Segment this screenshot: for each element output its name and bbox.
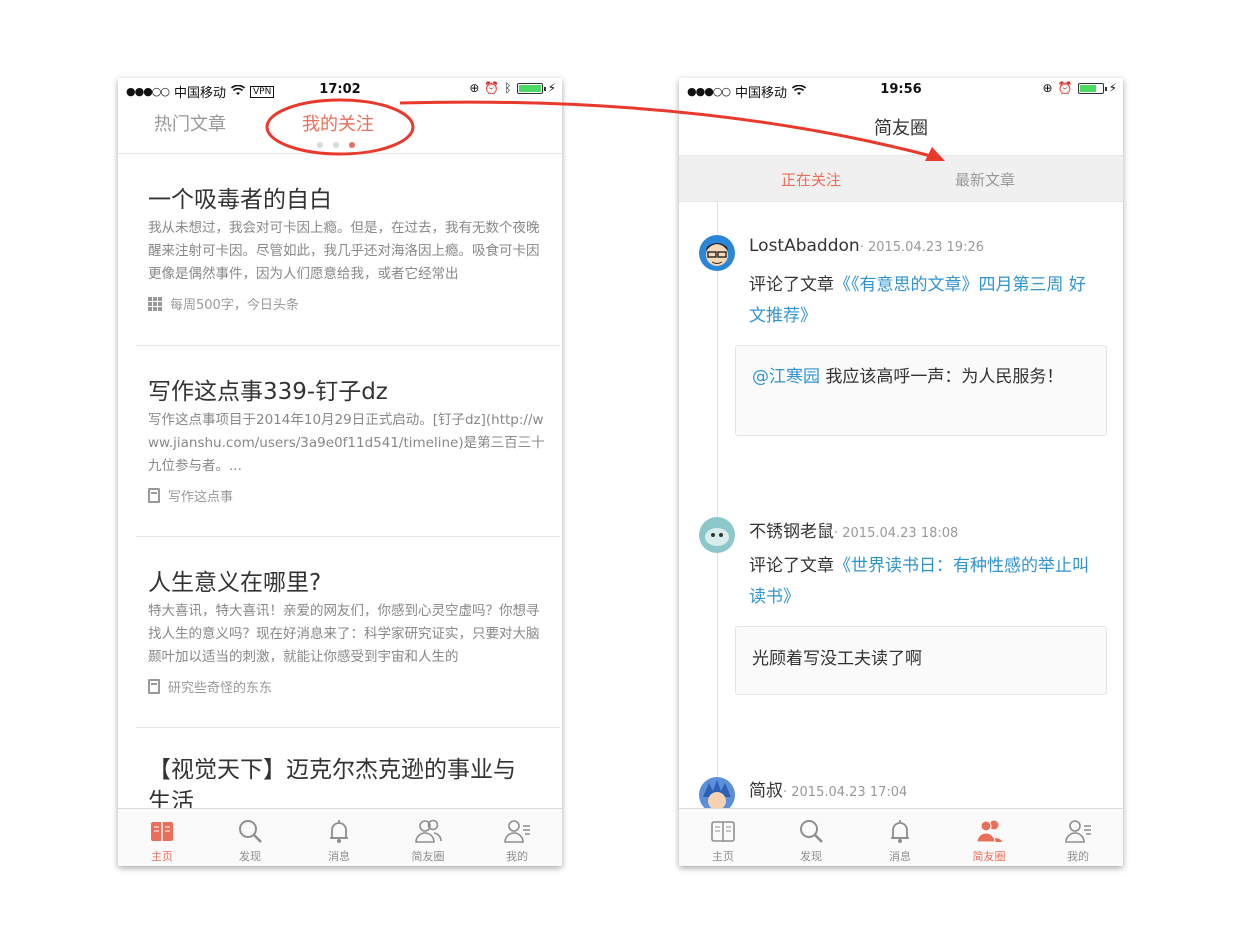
feed-activity: 评论了文章《世界读书日：有种性感的举止叫读书》 xyxy=(749,551,1099,613)
article-meta[interactable]: 写作这点事 xyxy=(148,486,233,505)
tab-label: 简友圈 xyxy=(411,850,445,863)
tab-label: 简友圈 xyxy=(972,850,1006,863)
rotation-lock-icon: ⊕ xyxy=(1042,81,1053,95)
bell-icon xyxy=(891,820,909,843)
page-dot xyxy=(333,142,339,148)
article-card[interactable]: 人生意义在哪里? 特大喜讯，特大喜讯！亲爱的网友们，你感到心灵空虚吗？你想寻找人… xyxy=(136,537,560,728)
profile-icon xyxy=(1065,820,1091,843)
battery-icon xyxy=(516,82,546,94)
collection-name: 研究些奇怪的东东 xyxy=(168,681,273,696)
tab-discover[interactable]: 发现 xyxy=(767,809,855,866)
page-dot xyxy=(317,142,323,148)
charging-icon: ⚡ xyxy=(1108,81,1117,95)
article-tabs: 热门文章 我的关注 xyxy=(118,102,562,154)
segment-following[interactable]: 正在关注 xyxy=(781,169,841,190)
tab-me[interactable]: 我的 xyxy=(1034,809,1122,866)
feed-timestamp: · 2015.04.23 18:08 xyxy=(834,526,959,541)
feed-timestamp: · 2015.04.23 19:26 xyxy=(859,240,984,255)
avatar[interactable] xyxy=(699,235,735,271)
tab-label: 消息 xyxy=(328,850,350,863)
profile-icon xyxy=(504,820,530,843)
tab-me[interactable]: 我的 xyxy=(473,809,561,866)
collection-name: 每周500字，今日头条 xyxy=(170,298,299,313)
tab-label: 我的 xyxy=(506,850,528,863)
tab-friends-circle[interactable]: 简友圈 xyxy=(945,809,1033,866)
timeline-line xyxy=(717,202,718,812)
comment-quote[interactable]: 光顾着写没工夫读了啊 xyxy=(735,626,1107,695)
feed-action: 评论了文章 xyxy=(749,275,834,295)
tab-my-following[interactable]: 我的关注 xyxy=(302,110,374,136)
comment-text: 我应该高呼一声：为人民服务！ xyxy=(820,367,1064,387)
tab-hot-articles[interactable]: 热门文章 xyxy=(154,110,226,136)
rotation-lock-icon: ⊕ xyxy=(469,81,480,95)
friends-icon xyxy=(415,819,442,843)
grid-icon xyxy=(148,296,162,311)
status-bar: ●●●○○ 中国移动 VPN 17:02 ⊕ ⏰ ᛒ ⚡ xyxy=(118,78,562,102)
article-title[interactable]: 人生意义在哪里? xyxy=(148,563,321,597)
article-excerpt: 我从未想过，我会对可卡因上瘾。但是，在过去，我有无数个夜晚醒来注射可卡因。尽管如… xyxy=(148,220,540,282)
battery-icon xyxy=(1077,82,1107,94)
bluetooth-icon: ᛒ xyxy=(504,81,512,95)
tab-label: 主页 xyxy=(712,850,734,863)
tab-label: 发现 xyxy=(800,850,822,863)
alarm-icon: ⏰ xyxy=(484,81,500,95)
article-card[interactable]: 【视觉天下】迈克尔杰克逊的事业与生活 xyxy=(136,728,560,818)
friends-icon xyxy=(976,820,1002,843)
article-title[interactable]: 一个吸毒者的自白 xyxy=(148,180,332,214)
collection-name: 写作这点事 xyxy=(168,490,234,505)
feed-user-line: LostAbaddon· 2015.04.23 19:26 xyxy=(749,236,984,256)
search-icon xyxy=(239,820,262,843)
page-indicator xyxy=(317,142,355,148)
tab-discover[interactable]: 发现 xyxy=(206,809,294,866)
feed-action: 评论了文章 xyxy=(749,556,834,576)
feed-user-line: 不锈钢老鼠· 2015.04.23 18:08 xyxy=(749,517,958,542)
tab-messages[interactable]: 消息 xyxy=(295,809,383,866)
article-card[interactable]: 写作这点事339-钉子dz 写作这点事项目于2014年10月29日正式启动。[钉… xyxy=(136,346,560,537)
bell-icon xyxy=(330,820,348,843)
phone-screen-hot-articles: ●●●○○ 中国移动 VPN 17:02 ⊕ ⏰ ᛒ ⚡ 热门文章 我的关注 一… xyxy=(118,78,562,866)
comment-quote[interactable]: @江寒园 我应该高呼一声：为人民服务！ xyxy=(735,345,1107,436)
feed-user-line: 简叔· 2015.04.23 17:04 xyxy=(749,776,907,801)
article-meta[interactable]: 每周500字，今日头条 xyxy=(148,294,299,313)
tab-messages[interactable]: 消息 xyxy=(856,809,944,866)
article-card[interactable]: 一个吸毒者的自白 我从未想过，我会对可卡因上瘾。但是，在过去，我有无数个夜晚醒来… xyxy=(136,154,560,346)
feed-timestamp: · 2015.04.23 17:04 xyxy=(783,785,908,800)
bottom-tab-bar: 主页 发现 消息 简友圈 我的 xyxy=(679,808,1123,866)
tab-label: 发现 xyxy=(239,850,261,863)
feed-segment-control: 正在关注 最新文章 xyxy=(679,155,1123,202)
tab-label: 消息 xyxy=(889,850,911,863)
feed-activity: 评论了文章《《有意思的文章》四月第三周 好文推荐》 xyxy=(749,270,1099,332)
tab-label: 我的 xyxy=(1067,850,1089,863)
article-excerpt: 写作这点事项目于2014年10月29日正式启动。[钉子dz](http://ww… xyxy=(148,412,545,474)
status-bar: ●●●○○ 中国移动 19:56 ⊕ ⏰ ⚡ xyxy=(679,78,1123,102)
article-excerpt: 特大喜讯，特大喜讯！亲爱的网友们，你感到心灵空虚吗？你想寻找人生的意义吗？现在好… xyxy=(148,603,540,665)
phone-screen-friends-circle: ●●●○○ 中国移动 19:56 ⊕ ⏰ ⚡ 简友圈 正在关注 最新文章 Los… xyxy=(679,78,1123,866)
page-title: 简友圈 xyxy=(874,118,928,139)
home-book-icon xyxy=(711,821,735,842)
feed-username[interactable]: 不锈钢老鼠 xyxy=(749,522,834,542)
book-icon xyxy=(148,488,160,503)
article-meta[interactable]: 研究些奇怪的东东 xyxy=(148,677,272,696)
tab-friends-circle[interactable]: 简友圈 xyxy=(384,809,472,866)
feed-username[interactable]: 简叔 xyxy=(749,781,783,801)
alarm-icon: ⏰ xyxy=(1057,81,1073,95)
article-title[interactable]: 写作这点事339-钉子dz xyxy=(148,372,388,406)
page-dot-active xyxy=(349,142,355,148)
book-icon xyxy=(148,679,160,694)
feed-username[interactable]: LostAbaddon xyxy=(749,236,860,256)
bottom-tab-bar: 主页 发现 消息 简友圈 我的 xyxy=(118,808,562,866)
mention-link[interactable]: @江寒园 xyxy=(752,367,820,387)
comment-text: 光顾着写没工夫读了啊 xyxy=(752,649,922,669)
home-book-icon xyxy=(151,822,173,841)
tab-label: 主页 xyxy=(151,850,173,863)
avatar[interactable] xyxy=(699,517,735,553)
segment-latest-articles[interactable]: 最新文章 xyxy=(955,169,1015,190)
tab-home[interactable]: 主页 xyxy=(118,809,206,866)
search-icon xyxy=(800,820,823,843)
charging-icon: ⚡ xyxy=(547,81,556,95)
tab-home[interactable]: 主页 xyxy=(679,809,767,866)
